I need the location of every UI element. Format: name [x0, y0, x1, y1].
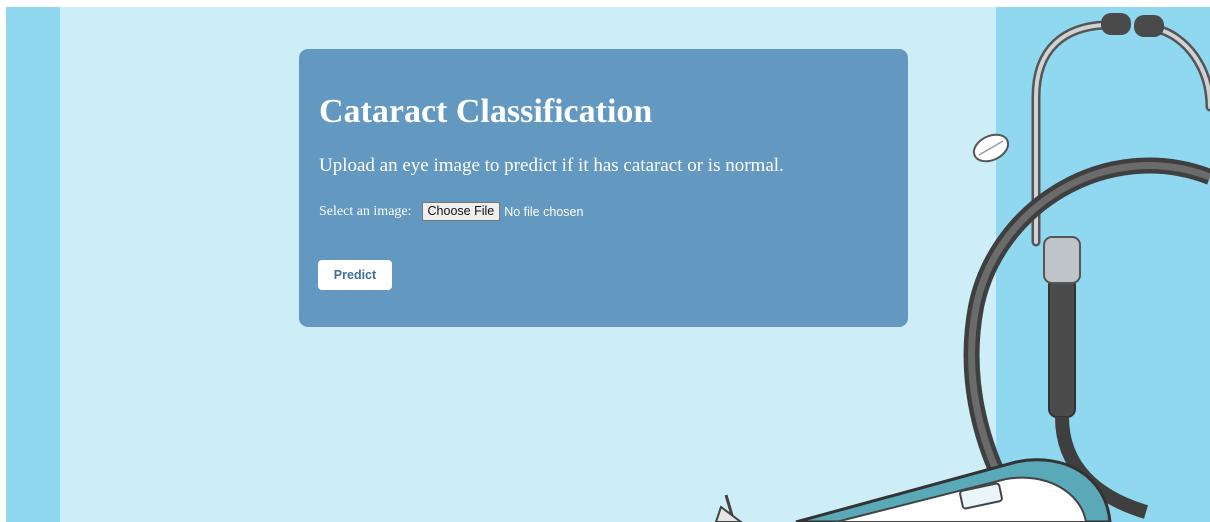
upload-card: Cataract Classification Upload an eye im… — [299, 49, 908, 327]
file-status-text: No file chosen — [504, 204, 584, 219]
left-decor-strip — [6, 7, 60, 522]
file-input-row: Select an image: Choose File No file cho… — [319, 202, 583, 221]
page-subtitle: Upload an eye image to predict if it has… — [319, 155, 784, 176]
predict-button[interactable]: Predict — [318, 260, 392, 290]
pen-icon — [714, 494, 743, 522]
right-decor-strip — [996, 7, 1210, 522]
page-title: Cataract Classification — [319, 93, 653, 130]
file-input-label: Select an image: — [319, 203, 412, 219]
choose-file-button[interactable]: Choose File — [421, 202, 501, 221]
